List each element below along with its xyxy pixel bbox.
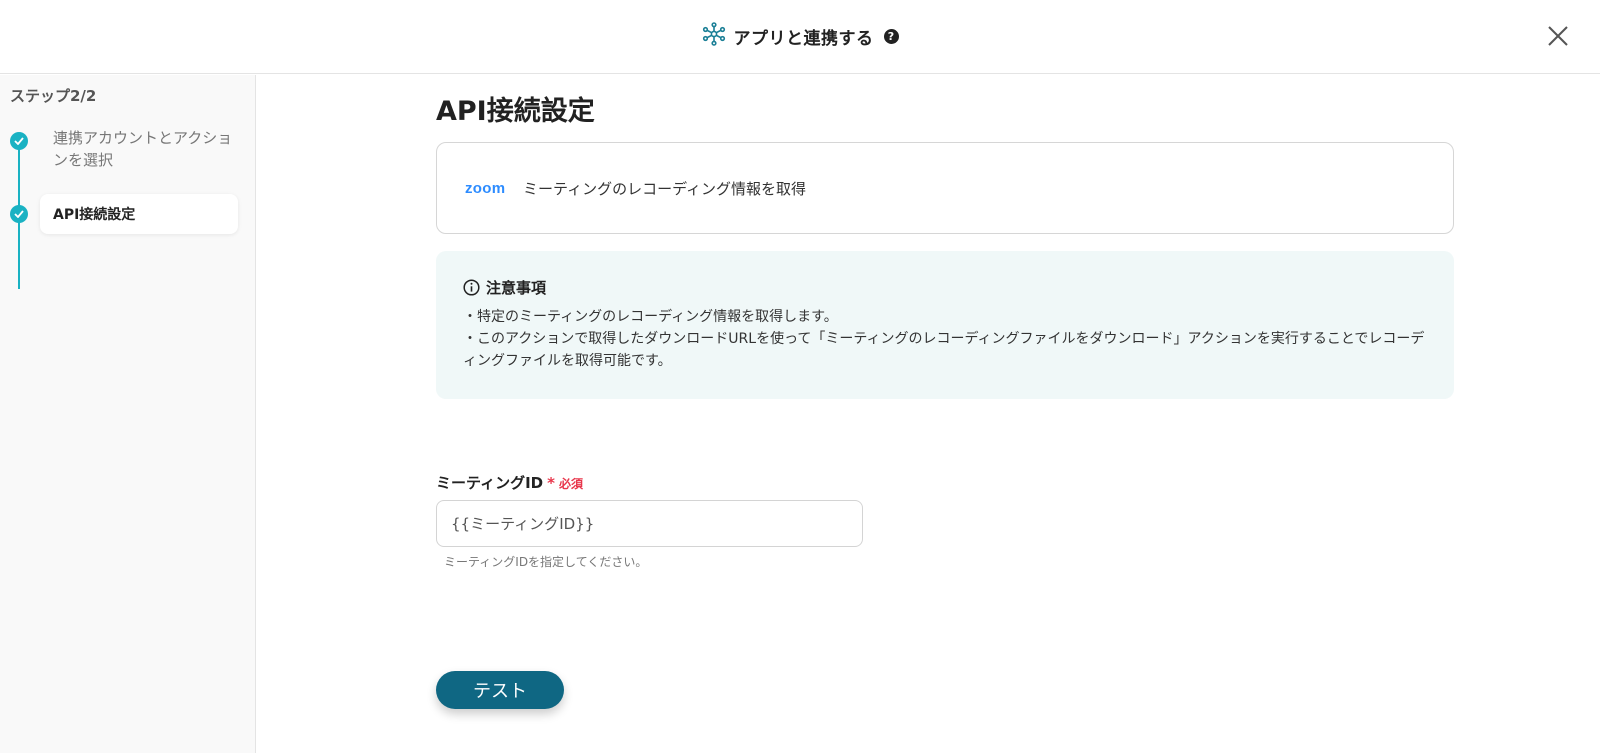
close-icon [1548, 26, 1568, 46]
close-button[interactable] [1546, 24, 1570, 48]
required-asterisk: * [547, 474, 555, 492]
notice-title: 注意事項 [486, 279, 547, 297]
action-title: ミーティングのレコーディング情報を取得 [523, 179, 807, 198]
meeting-id-input[interactable] [436, 500, 863, 547]
modal-header: アプリと連携する ? [0, 0, 1600, 74]
check-icon [10, 205, 28, 223]
test-button[interactable]: テスト [436, 671, 564, 709]
step-sidebar: ステップ2/2 連携アカウントとアクションを選択 API接続設定 [0, 75, 256, 753]
meeting-id-help: ミーティングIDを指定してください。 [444, 555, 648, 569]
sidebar-step-select-action[interactable]: 連携アカウントとアクションを選択 [53, 127, 233, 171]
zoom-logo: zoom [465, 179, 506, 197]
action-card: zoom ミーティングのレコーディング情報を取得 [436, 142, 1454, 234]
help-icon[interactable]: ? [883, 28, 899, 44]
required-badge: 必須 [559, 477, 584, 491]
meeting-id-label-row: ミーティングID * 必須 [436, 472, 583, 493]
header-title: アプリと連携する [733, 28, 874, 49]
header-title-group: アプリと連携する ? [0, 22, 1600, 50]
info-icon [463, 279, 480, 296]
notice-box: 注意事項 ・特定のミーティングのレコーディング情報を取得します。 ・このアクショ… [436, 251, 1454, 399]
step-count: ステップ2/2 [10, 87, 97, 105]
sidebar-step-label: API接続設定 [53, 207, 136, 223]
notice-line: ・このアクションで取得したダウンロードURLを使って「ミーティングのレコーディン… [463, 331, 1425, 369]
meeting-id-label: ミーティングID [436, 474, 544, 492]
page-title: API接続設定 [436, 96, 595, 127]
network-hub-icon [702, 22, 726, 50]
notice-header: 注意事項 [463, 277, 1427, 298]
check-icon [10, 132, 28, 150]
sidebar-step-api-settings[interactable]: API接続設定 [40, 194, 238, 234]
notice-line: ・特定のミーティングのレコーディング情報を取得します。 [463, 309, 838, 325]
